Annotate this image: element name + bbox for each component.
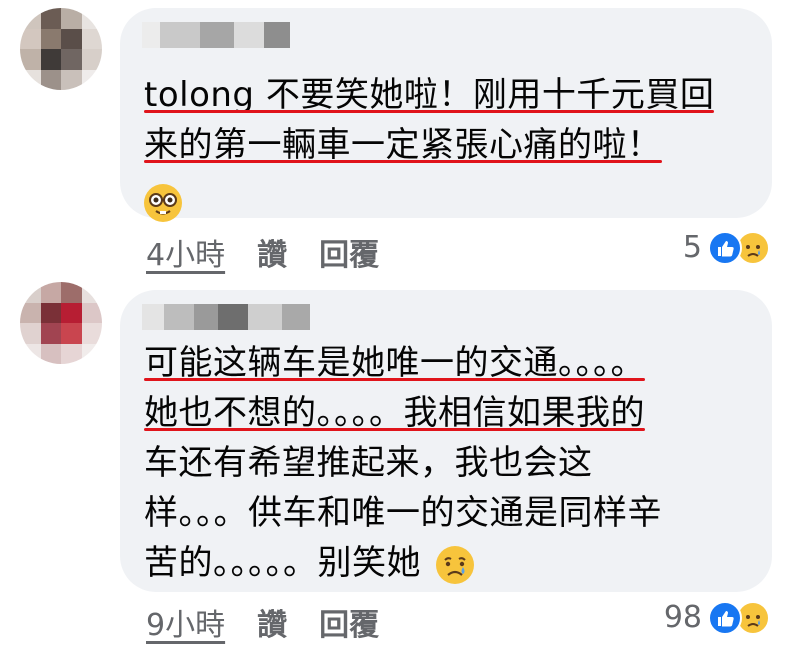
- comment-line: 车还有希望推起来，我也会这: [144, 443, 593, 483]
- comment-timestamp[interactable]: 4小時: [146, 230, 225, 274]
- comment-actions: 4小時 讚 回覆: [146, 230, 379, 274]
- comment-line: 苦的。。。。。别笑她: [144, 543, 421, 583]
- comment-line: 样。。。供车和唯一的交通是同样辛: [144, 493, 662, 533]
- like-button[interactable]: 讚: [257, 600, 287, 644]
- reply-button[interactable]: 回覆: [319, 600, 379, 644]
- reaction-summary[interactable]: 5: [683, 230, 770, 265]
- comment-line: 她也不想的。。。。我相信如果我的: [144, 393, 645, 433]
- reaction-count: 98: [663, 600, 702, 635]
- reply-button[interactable]: 回覆: [319, 230, 379, 274]
- avatar[interactable]: [20, 8, 102, 90]
- like-reaction-icon: [708, 230, 742, 265]
- commenter-name-blurred[interactable]: [142, 304, 310, 330]
- comment-actions: 9小時 讚 回覆: [146, 600, 379, 644]
- nerd-face-icon: [144, 183, 182, 222]
- reaction-count: 5: [682, 230, 702, 265]
- like-button[interactable]: 讚: [257, 230, 287, 274]
- comment-bubble: tolong 不要笑她啦！刚用十千元買回 来的第一輛車一定紧張心痛的啦！: [120, 8, 772, 222]
- comment-text: tolong 不要笑她啦！刚用十千元買回 来的第一輛車一定紧張心痛的啦！: [144, 70, 714, 226]
- reaction-summary[interactable]: 98: [664, 600, 770, 635]
- comment-line: 来的第一輛車一定紧張心痛的啦！: [144, 125, 662, 165]
- avatar[interactable]: [20, 282, 102, 364]
- crying-face-icon: [436, 545, 475, 584]
- comment-text: 可能这辆车是她唯一的交通。。。。 她也不想的。。。。我相信如果我的 车还有希望推…: [144, 338, 662, 588]
- comment-timestamp[interactable]: 9小時: [146, 600, 225, 644]
- comment-bubble: 可能这辆车是她唯一的交通。。。。 她也不想的。。。。我相信如果我的 车还有希望推…: [120, 290, 772, 592]
- comment-line: tolong 不要笑她啦！刚用十千元買回: [144, 75, 715, 115]
- commenter-name-blurred[interactable]: [142, 22, 290, 48]
- like-reaction-icon: [708, 600, 742, 635]
- comment-line: 可能这辆车是她唯一的交通。。。。: [144, 343, 645, 383]
